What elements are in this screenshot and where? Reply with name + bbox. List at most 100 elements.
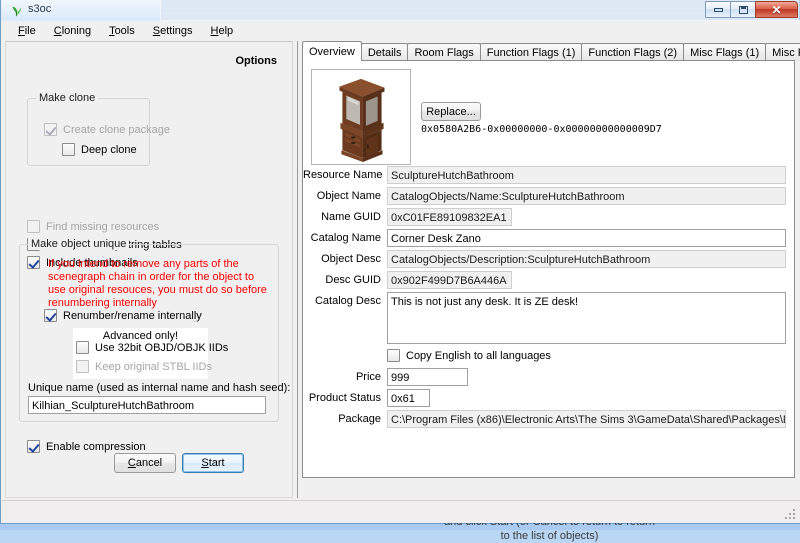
label-object-name: Object Name	[303, 190, 381, 202]
menu-cloning[interactable]: Cloning	[45, 23, 100, 39]
tab-label: Room Flags	[414, 47, 473, 59]
label-catalog-name: Catalog Name	[303, 232, 381, 244]
unique-name-label: Unique name (used as internal name and h…	[28, 382, 290, 394]
menu-settings-label: ettings	[160, 25, 192, 37]
label-name-guid: Name GUID	[303, 211, 381, 223]
field-product-status[interactable]: 0x61	[387, 389, 430, 407]
checkbox-find-missing-resources[interactable]: Find missing resources	[27, 220, 159, 233]
tab-label: Function Flags (1)	[487, 47, 576, 59]
replace-button-label: Replace...	[426, 106, 476, 118]
field-name-guid: 0xC01FE89109832EA1	[387, 208, 512, 226]
field-desc-guid: 0x902F499D7B6A446A	[387, 271, 512, 289]
checkbox-deep-clone[interactable]: Deep clone	[62, 143, 137, 156]
title-bar[interactable]: s3oc ✕	[1, 0, 800, 21]
menu-file[interactable]: File	[9, 23, 45, 39]
field-catalog-name[interactable]: Corner Desk Zano	[387, 229, 786, 247]
window-controls: ✕	[706, 1, 798, 18]
replace-thumbnail-button[interactable]: Replace...	[421, 102, 481, 121]
tab-label: Misc Flags (2)	[772, 47, 800, 59]
field-resource-name: SculptureHutchBathroom	[387, 166, 786, 184]
overview-tab-page: Replace... 0x0580A2B6-0x00000000-0x00000…	[302, 60, 795, 478]
make-object-unique-legend: Make object unique	[28, 238, 129, 250]
tab-misc-flags-2[interactable]: Misc Flags (2)	[765, 43, 800, 61]
window-title: s3oc	[28, 3, 51, 15]
checkbox-create-clone-package[interactable]: Create clone package	[44, 123, 170, 136]
checkbox-label: Deep clone	[81, 144, 137, 156]
label-product-status: Product Status	[303, 392, 381, 404]
cancel-button-label: ancel	[136, 457, 162, 469]
object-thumbnail[interactable]	[311, 69, 411, 165]
label-resource-name: Resource Name	[303, 169, 381, 181]
field-package: C:\Program Files (x86)\Electronic Arts\T…	[387, 410, 786, 428]
title-bar-left-glass	[1, 0, 161, 21]
checkbox-enable-compression[interactable]: Enable compression	[27, 440, 146, 453]
checkbox-box	[76, 341, 89, 354]
tab-overview[interactable]: Overview	[302, 41, 362, 61]
minimize-button[interactable]	[705, 1, 731, 18]
leaf-icon	[10, 4, 23, 17]
menu-file-label: ile	[25, 25, 36, 37]
menu-tools[interactable]: Tools	[100, 23, 144, 39]
make-clone-legend: Make clone	[36, 92, 98, 104]
tab-room-flags[interactable]: Room Flags	[407, 43, 480, 61]
checkbox-box	[387, 349, 400, 362]
label-package: Package	[303, 413, 381, 425]
field-object-name: CatalogObjects/Name:SculptureHutchBathro…	[387, 187, 786, 205]
checkbox-label: Renumber/rename internally	[63, 310, 202, 322]
tab-misc-flags-1[interactable]: Misc Flags (1)	[683, 43, 766, 61]
application-window: s3oc ✕ File Cloning Tools Settings Help …	[0, 0, 800, 524]
scenegraph-warning-text: If you intend to remove any parts of the…	[48, 258, 270, 310]
checkbox-box	[76, 360, 89, 373]
checkbox-renumber-rename-internally[interactable]: Renumber/rename internally	[44, 309, 202, 322]
checkbox-label: Enable compression	[46, 441, 146, 453]
checkbox-box	[27, 440, 40, 453]
checkbox-box	[27, 220, 40, 233]
field-price[interactable]: 999	[387, 368, 468, 386]
checkbox-label: Use 32bit OBJD/OBJK IIDs	[95, 342, 228, 354]
resource-key-text: 0x0580A2B6-0x00000000-0x00000000000009D7	[421, 124, 662, 135]
label-object-desc: Object Desc	[303, 253, 381, 265]
menu-tools-label: ools	[115, 25, 135, 37]
maximize-button[interactable]	[730, 1, 756, 18]
checkbox-use-32bit-iids[interactable]: Use 32bit OBJD/OBJK IIDs	[76, 341, 228, 354]
options-panel: Options Make clone Create clone package …	[5, 41, 293, 498]
checkbox-label: Copy English to all languages	[406, 350, 551, 362]
menu-bar: File Cloning Tools Settings Help	[2, 21, 800, 41]
start-button-label: tart	[209, 457, 225, 469]
menu-help-label: elp	[218, 25, 233, 37]
tab-function-flags-1[interactable]: Function Flags (1)	[480, 43, 583, 61]
checkbox-keep-original-stbl-iids[interactable]: Keep original STBL IIDs	[76, 360, 212, 373]
main-body: Options Make clone Create clone package …	[2, 41, 800, 500]
status-bar	[2, 500, 800, 523]
panel-splitter[interactable]	[295, 41, 300, 498]
checkbox-label: Create clone package	[63, 124, 170, 136]
start-button[interactable]: Start	[182, 453, 244, 473]
close-button[interactable]: ✕	[755, 1, 798, 18]
resize-grip[interactable]	[785, 509, 797, 521]
tab-label: Misc Flags (1)	[690, 47, 759, 59]
menu-help[interactable]: Help	[202, 23, 243, 39]
checkbox-label: Keep original STBL IIDs	[95, 361, 212, 373]
label-price: Price	[303, 371, 381, 383]
tab-function-flags-2[interactable]: Function Flags (2)	[581, 43, 684, 61]
options-heading: Options	[235, 55, 277, 67]
checkbox-box	[44, 309, 57, 322]
tab-label: Function Flags (2)	[588, 47, 677, 59]
tab-strip: Overview Details Room Flags Function Fla…	[302, 41, 800, 61]
field-catalog-desc[interactable]: This is not just any desk. It is ZE desk…	[387, 292, 786, 344]
corner-hutch-cabinet-icon	[312, 70, 410, 164]
tab-details[interactable]: Details	[361, 43, 409, 61]
tab-label: Overview	[309, 46, 355, 58]
checkbox-copy-english-to-all-languages[interactable]: Copy English to all languages	[387, 349, 551, 362]
cancel-button[interactable]: Cancel	[114, 453, 176, 473]
label-desc-guid: Desc GUID	[303, 274, 381, 286]
checkbox-box	[62, 143, 75, 156]
menu-settings[interactable]: Settings	[144, 23, 202, 39]
field-object-desc: CatalogObjects/Description:SculptureHutc…	[387, 250, 786, 268]
label-catalog-desc: Catalog Desc	[303, 295, 381, 307]
checkbox-box	[44, 123, 57, 136]
unique-name-input[interactable]: Kilhian_SculptureHutchBathroom	[28, 396, 266, 414]
checkbox-label: Find missing resources	[46, 221, 159, 233]
object-details-panel: Overview Details Room Flags Function Fla…	[302, 41, 797, 498]
tab-label: Details	[368, 47, 402, 59]
